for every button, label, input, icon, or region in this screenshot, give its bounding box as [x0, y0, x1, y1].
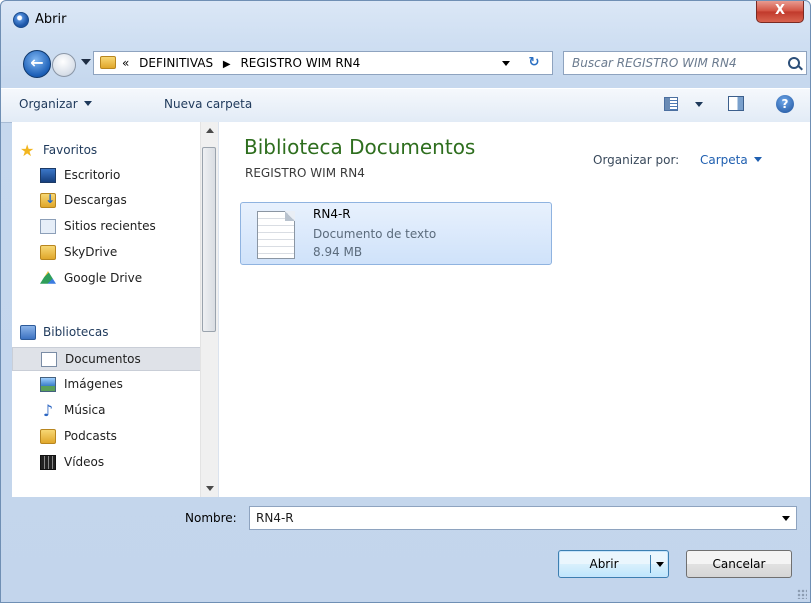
sidebar-item-label: Vídeos: [64, 455, 105, 469]
cancel-button[interactable]: Cancelar: [686, 550, 792, 578]
navigation-pane: ★ Favoritos Escritorio Descargas Sitios …: [12, 122, 219, 497]
folder-icon: [100, 56, 116, 69]
sidebar-item-sitios-recientes[interactable]: Sitios recientes: [12, 215, 206, 239]
star-icon: ★: [20, 141, 35, 160]
sidebar-item-google-drive[interactable]: Google Drive: [12, 267, 206, 291]
breadcrumb-item[interactable]: DEFINITIVAS: [139, 56, 213, 70]
change-view-icon[interactable]: [664, 97, 678, 111]
search-input[interactable]: Buscar REGISTRO WIM RN4: [563, 51, 807, 75]
help-icon[interactable]: ?: [776, 95, 794, 113]
refresh-icon[interactable]: ↻: [524, 55, 544, 71]
arrange-by-dropdown[interactable]: Carpeta: [700, 153, 762, 167]
sidebar-group-label: Bibliotecas: [43, 325, 109, 339]
dialog-footer: Nombre: RN4-R Abrir Cancelar: [1, 498, 810, 602]
app-icon: [13, 12, 29, 28]
file-size: 8.94 MB: [313, 245, 363, 259]
file-name: RN4-R: [313, 207, 351, 221]
recent-pages-dropdown-icon[interactable]: [81, 59, 91, 65]
sidebar-item-label: Escritorio: [64, 168, 121, 182]
google-drive-icon: [40, 271, 56, 284]
downloads-icon: [40, 192, 56, 208]
breadcrumb-overflow[interactable]: «: [122, 56, 129, 70]
back-button[interactable]: ←: [23, 50, 51, 78]
split-divider: [650, 555, 651, 573]
sidebar-item-videos[interactable]: Vídeos: [12, 451, 206, 475]
folder-icon: [40, 429, 56, 444]
breadcrumb-item[interactable]: REGISTRO WIM RN4: [240, 56, 360, 70]
filename-input[interactable]: RN4-R: [249, 506, 797, 530]
title-bar[interactable]: Abrir X: [1, 1, 810, 39]
sidebar-item-musica[interactable]: ♪ Música: [12, 399, 206, 423]
forward-button[interactable]: [52, 53, 76, 77]
sidebar-item-label: Música: [64, 403, 106, 417]
command-bar: Organizar Nueva carpeta ?: [1, 88, 810, 123]
scroll-thumb[interactable]: [202, 147, 216, 332]
text-file-icon: [257, 211, 295, 259]
search-icon[interactable]: [788, 57, 800, 69]
open-file-dialog: Abrir X ← « DEFINITIVAS ▶ REGISTRO WIM R…: [0, 0, 811, 603]
sidebar-item-label: Imágenes: [64, 377, 123, 391]
address-dropdown-icon[interactable]: [502, 61, 510, 66]
sidebar-item-label: SkyDrive: [64, 245, 118, 259]
filename-dropdown-icon[interactable]: [782, 516, 790, 521]
sidebar-item-label: Documentos: [65, 352, 141, 366]
sidebar-item-label: Sitios recientes: [64, 219, 156, 233]
library-subtitle: REGISTRO WIM RN4: [245, 166, 365, 180]
open-button-label: Abrir: [589, 557, 619, 571]
video-icon: [40, 455, 56, 470]
sidebar-item-label: Google Drive: [64, 271, 143, 285]
libraries-icon: [20, 325, 36, 340]
sidebar-group-label: Favoritos: [43, 143, 98, 157]
library-title: Biblioteca Documentos: [244, 135, 476, 159]
file-item[interactable]: RN4-R Documento de texto 8.94 MB: [240, 202, 552, 265]
sidebar-item-podcasts[interactable]: Podcasts: [12, 425, 206, 449]
sidebar-item-documentos[interactable]: Documentos: [12, 347, 206, 371]
filename-label: Nombre:: [185, 511, 237, 525]
search-placeholder: Buscar REGISTRO WIM RN4: [572, 56, 737, 70]
breadcrumb: « DEFINITIVAS ▶ REGISTRO WIM RN4: [122, 56, 360, 70]
sidebar-item-skydrive[interactable]: SkyDrive: [12, 241, 206, 265]
organize-button[interactable]: Organizar: [19, 97, 92, 111]
address-bar[interactable]: « DEFINITIVAS ▶ REGISTRO WIM RN4 ↻: [93, 51, 553, 75]
pictures-icon: [40, 377, 56, 392]
preview-pane-icon[interactable]: [728, 96, 744, 111]
sidebar-item-label: Podcasts: [64, 429, 117, 443]
file-list-pane: Biblioteca Documentos REGISTRO WIM RN4 O…: [219, 122, 810, 497]
sidebar-item-label: Descargas: [64, 193, 127, 207]
document-library-icon: [41, 352, 57, 367]
arrange-by-value: Carpeta: [700, 153, 748, 167]
breadcrumb-separator-icon[interactable]: ▶: [223, 59, 231, 70]
close-button[interactable]: X: [756, 1, 804, 23]
sidebar-favorites[interactable]: ★ Favoritos: [12, 139, 206, 163]
window-title: Abrir: [35, 12, 67, 27]
open-options-dropdown-icon[interactable]: [656, 562, 664, 567]
chevron-down-icon: [83, 101, 92, 106]
music-icon: ♪: [42, 401, 54, 420]
new-folder-button[interactable]: Nueva carpeta: [164, 97, 252, 111]
file-type: Documento de texto: [313, 227, 437, 241]
navigation-bar: ← « DEFINITIVAS ▶ REGISTRO WIM RN4 ↻ Bus…: [1, 46, 810, 80]
sidebar-item-escritorio[interactable]: Escritorio: [12, 164, 206, 188]
resize-grip-icon[interactable]: [797, 589, 807, 599]
desktop-icon: [40, 168, 56, 183]
folder-icon: [40, 245, 56, 260]
sidebar-item-descargas[interactable]: Descargas: [12, 189, 206, 213]
sidebar-item-imagenes[interactable]: Imágenes: [12, 373, 206, 397]
sidebar-scrollbar[interactable]: [200, 122, 218, 497]
open-button[interactable]: Abrir: [558, 550, 669, 578]
sidebar-bibliotecas[interactable]: Bibliotecas: [12, 321, 206, 345]
recent-places-icon: [40, 219, 56, 234]
scroll-up-icon[interactable]: [206, 128, 214, 133]
arrange-by-label: Organizar por:: [593, 153, 680, 167]
filename-value: RN4-R: [256, 511, 294, 525]
organize-label: Organizar: [19, 97, 78, 111]
chevron-down-icon: [753, 157, 762, 162]
scroll-down-icon[interactable]: [206, 486, 214, 491]
view-options-dropdown-icon[interactable]: [695, 102, 703, 107]
